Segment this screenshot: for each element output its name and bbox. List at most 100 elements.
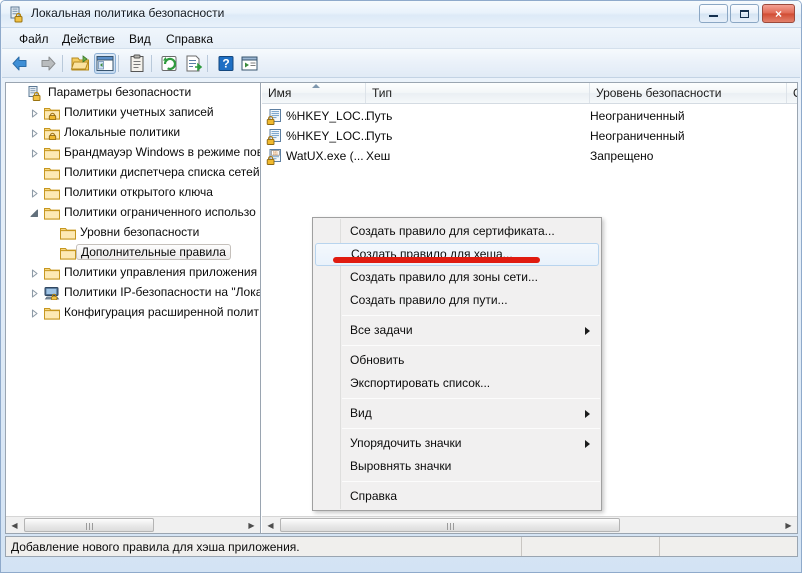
toolbar: ? — [2, 49, 800, 78]
console-tree-pane: Параметры безопасности Политики учетных з… — [6, 83, 261, 533]
context-menu-item-label: Создать правило для сертификата... — [350, 224, 555, 238]
help-icon[interactable]: ? — [215, 53, 237, 74]
export-list-icon[interactable] — [183, 53, 205, 74]
context-menu-item-label: Создать правило для пути... — [350, 293, 508, 307]
context-menu-item[interactable]: Обновить — [313, 349, 601, 372]
tree-node[interactable]: Параметры безопасности — [6, 83, 260, 103]
forward-arrow-icon[interactable] — [36, 53, 58, 74]
context-menu-item-label: Выровнять значки — [350, 459, 452, 473]
scrollbar-thumb[interactable] — [24, 518, 154, 532]
tree-node[interactable]: Политики управления приложения — [6, 263, 260, 283]
toolbar-separator — [118, 55, 119, 72]
menu-help[interactable]: Справка — [159, 31, 220, 47]
menu-action[interactable]: Действие — [55, 31, 122, 47]
show-tree-icon[interactable] — [94, 53, 116, 74]
column-header[interactable]: Тип — [366, 83, 590, 103]
svg-text:?: ? — [222, 57, 229, 71]
chevron-right-icon[interactable] — [30, 149, 39, 158]
tree-node[interactable]: Уровни безопасности — [6, 223, 260, 243]
context-menu-item-label: Все задачи — [350, 323, 413, 337]
menu-file[interactable]: Файл — [12, 31, 56, 47]
scroll-right-icon[interactable]: ▶ — [780, 517, 797, 533]
folder-icon — [60, 226, 76, 240]
refresh-icon[interactable] — [159, 53, 181, 74]
chevron-right-icon[interactable] — [30, 309, 39, 318]
context-menu-item[interactable]: Выровнять значки — [313, 455, 601, 478]
context-menu-item[interactable]: Создать правило для пути... — [313, 289, 601, 312]
rule-type-cell: Хеш — [366, 149, 391, 163]
tree-node[interactable]: Локальные политики — [6, 123, 260, 143]
sort-ascending-icon — [312, 84, 320, 88]
chevron-right-icon[interactable] — [30, 289, 39, 298]
tree-node[interactable]: Политики IP-безопасности на "Лока — [6, 283, 260, 303]
table-row[interactable]: 101 010 WatUX.exe (... Хеш Запрещено — [262, 147, 797, 167]
context-menu-item[interactable]: Все задачи — [313, 319, 601, 342]
column-header[interactable]: Имя — [262, 83, 366, 103]
menu-separator — [342, 398, 600, 399]
scrollbar-thumb[interactable] — [280, 518, 620, 532]
folder-icon — [44, 306, 60, 320]
tree-node[interactable]: Политики диспетчера списка сетей — [6, 163, 260, 183]
folder-icon — [44, 166, 60, 180]
minimize-button[interactable] — [699, 4, 728, 23]
scroll-left-icon[interactable]: ◀ — [6, 517, 23, 533]
rule-type-cell: Путь — [366, 109, 393, 123]
rule-name-cell: WatUX.exe (... — [286, 149, 364, 163]
menu-separator — [342, 481, 600, 482]
tree-node[interactable]: Конфигурация расширенной полит — [6, 303, 260, 323]
column-header[interactable]: Опи — [787, 83, 797, 103]
context-menu-item[interactable]: Упорядочить значки — [313, 432, 601, 455]
submenu-arrow-icon — [585, 440, 590, 448]
tree-node-label: Политики диспетчера списка сетей — [64, 165, 260, 179]
ipsec-icon — [44, 286, 60, 301]
context-menu-item[interactable]: Экспортировать список... — [313, 372, 601, 395]
chevron-right-icon[interactable] — [30, 129, 39, 138]
window-title: Локальная политика безопасности — [31, 6, 225, 20]
security-level-cell: Неограниченный — [590, 109, 685, 123]
list-horizontal-scrollbar[interactable]: ◀ ▶ — [262, 516, 797, 533]
context-menu-item-label: Обновить — [350, 353, 405, 367]
menu-separator — [342, 315, 600, 316]
context-menu-item[interactable]: Создать правило для зоны сети... — [313, 266, 601, 289]
scroll-left-icon[interactable]: ◀ — [262, 517, 279, 533]
security-policy-icon — [9, 6, 26, 23]
rule-name-cell: %HKEY_LOC... — [286, 109, 371, 123]
scrollbar-grip-icon — [447, 523, 454, 530]
console-icon[interactable] — [239, 53, 261, 74]
security-level-cell: Неограниченный — [590, 129, 685, 143]
table-row[interactable]: %HKEY_LOC... Путь Неограниченный — [262, 127, 797, 147]
folder-icon — [44, 266, 60, 280]
toolbar-separator — [151, 55, 152, 72]
folder-icon — [60, 246, 76, 260]
toolbar-separator — [207, 55, 208, 72]
tree-node[interactable]: Дополнительные правила — [6, 243, 260, 263]
tree-node[interactable]: Брандмауэр Windows в режиме пов — [6, 143, 260, 163]
up-folder-icon[interactable] — [70, 53, 92, 74]
context-menu-item[interactable]: Справка — [313, 485, 601, 508]
context-menu-item-label: Вид — [350, 406, 372, 420]
red-annotation-underline — [333, 257, 540, 263]
tree-node[interactable]: Политики открытого ключа — [6, 183, 260, 203]
status-bar: Добавление нового правила для хэша прило… — [5, 536, 798, 557]
tree-node[interactable]: Политики ограниченного использо — [6, 203, 260, 223]
menu-bar: Файл Действие Вид Справка — [2, 28, 800, 49]
scroll-right-icon[interactable]: ▶ — [243, 517, 260, 533]
chevron-down-icon[interactable] — [30, 209, 39, 218]
maximize-button[interactable] — [730, 4, 759, 23]
column-header-label: Уровень безопасности — [596, 86, 722, 100]
table-row[interactable]: %HKEY_LOC... Путь Неограниченный — [262, 107, 797, 127]
tree-node-label: Политики учетных записей — [64, 105, 214, 119]
back-arrow-icon[interactable] — [10, 53, 32, 74]
chevron-right-icon[interactable] — [30, 189, 39, 198]
maximize-icon — [731, 5, 758, 22]
tree-node[interactable]: Политики учетных записей — [6, 103, 260, 123]
chevron-right-icon[interactable] — [30, 269, 39, 278]
close-button[interactable]: × — [762, 4, 795, 23]
column-header[interactable]: Уровень безопасности — [590, 83, 787, 103]
tree-horizontal-scrollbar[interactable]: ◀ ▶ — [6, 516, 260, 533]
properties-icon[interactable] — [126, 53, 148, 74]
chevron-right-icon[interactable] — [30, 109, 39, 118]
context-menu-item[interactable]: Создать правило для сертификата... — [313, 220, 601, 243]
menu-view[interactable]: Вид — [122, 31, 158, 47]
context-menu-item[interactable]: Вид — [313, 402, 601, 425]
